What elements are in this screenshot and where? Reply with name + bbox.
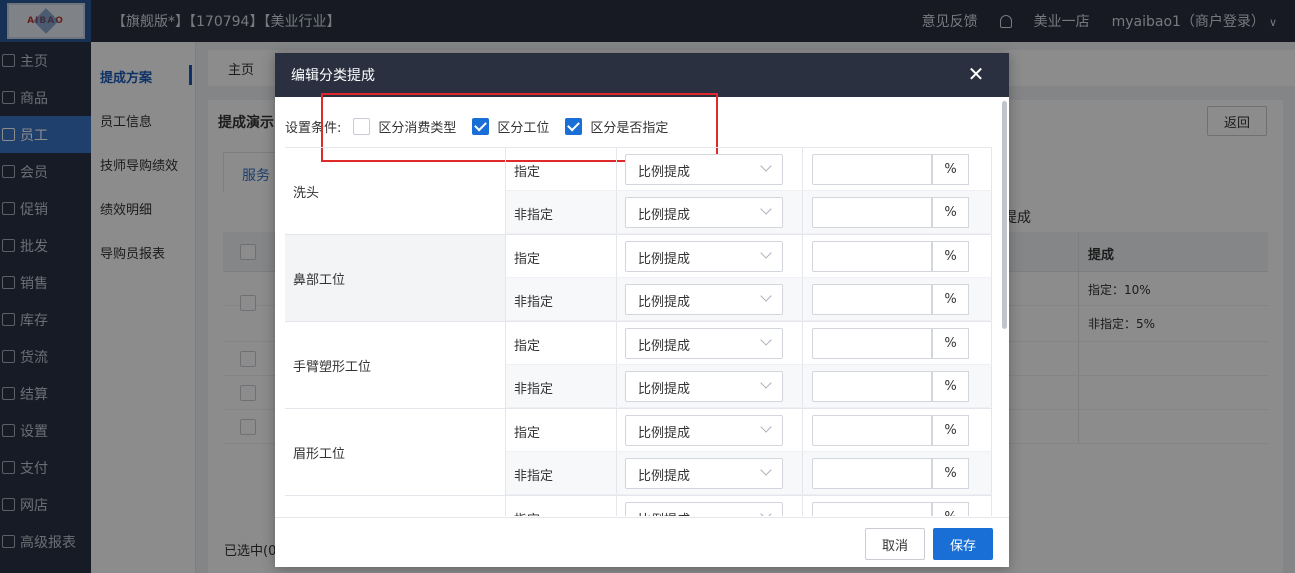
station-name	[285, 496, 506, 516]
commission-value-input[interactable]	[812, 197, 932, 228]
station-group: 洗头 指定 比例提成 % 非指定 比例提成 %	[285, 147, 992, 234]
station-name: 鼻部工位	[285, 235, 506, 321]
station-group: 鼻部工位 指定 比例提成 % 非指定 比例提成 %	[285, 234, 992, 321]
table-row: 非指定 比例提成 %	[506, 365, 992, 408]
commission-value-input[interactable]	[812, 328, 932, 359]
edit-commission-modal: 编辑分类提成 ✕ 设置条件: 区分消费类型 区分工位 区分是否指定 洗头 指定 …	[275, 53, 1009, 567]
commission-value-input[interactable]	[812, 154, 932, 185]
commission-type-select[interactable]: 比例提成	[625, 241, 783, 272]
table-row: 非指定 比例提成 %	[506, 191, 992, 234]
table-row: 指定 比例提成 %	[506, 496, 992, 516]
designated-label: 指定	[514, 509, 540, 516]
designated-label: 指定	[514, 426, 541, 441]
station-name: 手臂塑形工位	[285, 322, 506, 408]
chevron-down-icon	[760, 464, 772, 476]
percent-unit: %	[932, 241, 969, 272]
chevron-down-icon	[760, 203, 772, 215]
commission-grid: 洗头 指定 比例提成 % 非指定 比例提成 % 鼻部工位 指定 比例提成 % 非…	[285, 147, 992, 516]
commission-type-select[interactable]: 比例提成	[625, 328, 783, 359]
non-designated-label: 非指定	[514, 208, 554, 223]
station-group: 指定 比例提成 %	[285, 495, 992, 516]
table-row: 指定 比例提成 %	[506, 148, 992, 191]
commission-type-select[interactable]: 比例提成	[625, 415, 783, 446]
table-row: 非指定 比例提成 %	[506, 278, 992, 321]
percent-unit: %	[932, 502, 969, 516]
chevron-down-icon	[760, 377, 772, 389]
percent-unit: %	[932, 371, 969, 402]
station-group: 眉形工位 指定 比例提成 % 非指定 比例提成 %	[285, 408, 992, 495]
station-name: 洗头	[285, 148, 506, 234]
table-row: 指定 比例提成 %	[506, 235, 992, 278]
modal-title: 编辑分类提成	[291, 68, 375, 84]
commission-type-select[interactable]: 比例提成	[625, 154, 783, 185]
percent-unit: %	[932, 197, 969, 228]
percent-unit: %	[932, 328, 969, 359]
commission-value-input[interactable]	[812, 241, 932, 272]
percent-unit: %	[932, 154, 969, 185]
percent-unit: %	[932, 284, 969, 315]
designated-label: 指定	[514, 165, 541, 180]
modal-footer: 取消 保存	[275, 517, 1009, 567]
station-name: 眉形工位	[285, 409, 506, 495]
cancel-button[interactable]: 取消	[865, 528, 925, 560]
designated-label: 指定	[514, 339, 541, 354]
commission-value-input[interactable]	[812, 415, 932, 446]
modal-header: 编辑分类提成 ✕	[275, 53, 1009, 97]
modal-scrollbar[interactable]	[1002, 101, 1007, 329]
chevron-down-icon	[760, 421, 772, 433]
chevron-down-icon	[760, 160, 772, 172]
commission-value-input[interactable]	[812, 371, 932, 402]
table-row: 指定 比例提成 %	[506, 409, 992, 452]
commission-type-select[interactable]: 比例提成	[625, 502, 783, 516]
percent-unit: %	[932, 415, 969, 446]
chevron-down-icon	[760, 247, 772, 259]
non-designated-label: 非指定	[514, 295, 554, 310]
commission-value-input[interactable]	[812, 284, 932, 315]
station-group: 手臂塑形工位 指定 比例提成 % 非指定 比例提成 %	[285, 321, 992, 408]
chevron-down-icon	[760, 508, 772, 516]
commission-type-select[interactable]: 比例提成	[625, 284, 783, 315]
commission-type-select[interactable]: 比例提成	[625, 458, 783, 489]
commission-type-select[interactable]: 比例提成	[625, 197, 783, 228]
designated-label: 指定	[514, 252, 541, 267]
percent-unit: %	[932, 458, 969, 489]
commission-value-input[interactable]	[812, 502, 932, 516]
non-designated-label: 非指定	[514, 382, 554, 397]
table-row: 指定 比例提成 %	[506, 322, 992, 365]
close-icon[interactable]: ✕	[965, 62, 987, 86]
non-designated-label: 非指定	[514, 469, 554, 484]
chevron-down-icon	[760, 334, 772, 346]
table-row: 非指定 比例提成 %	[506, 452, 992, 495]
chevron-down-icon	[760, 290, 772, 302]
commission-value-input[interactable]	[812, 458, 932, 489]
save-button[interactable]: 保存	[933, 528, 993, 560]
commission-type-select[interactable]: 比例提成	[625, 371, 783, 402]
